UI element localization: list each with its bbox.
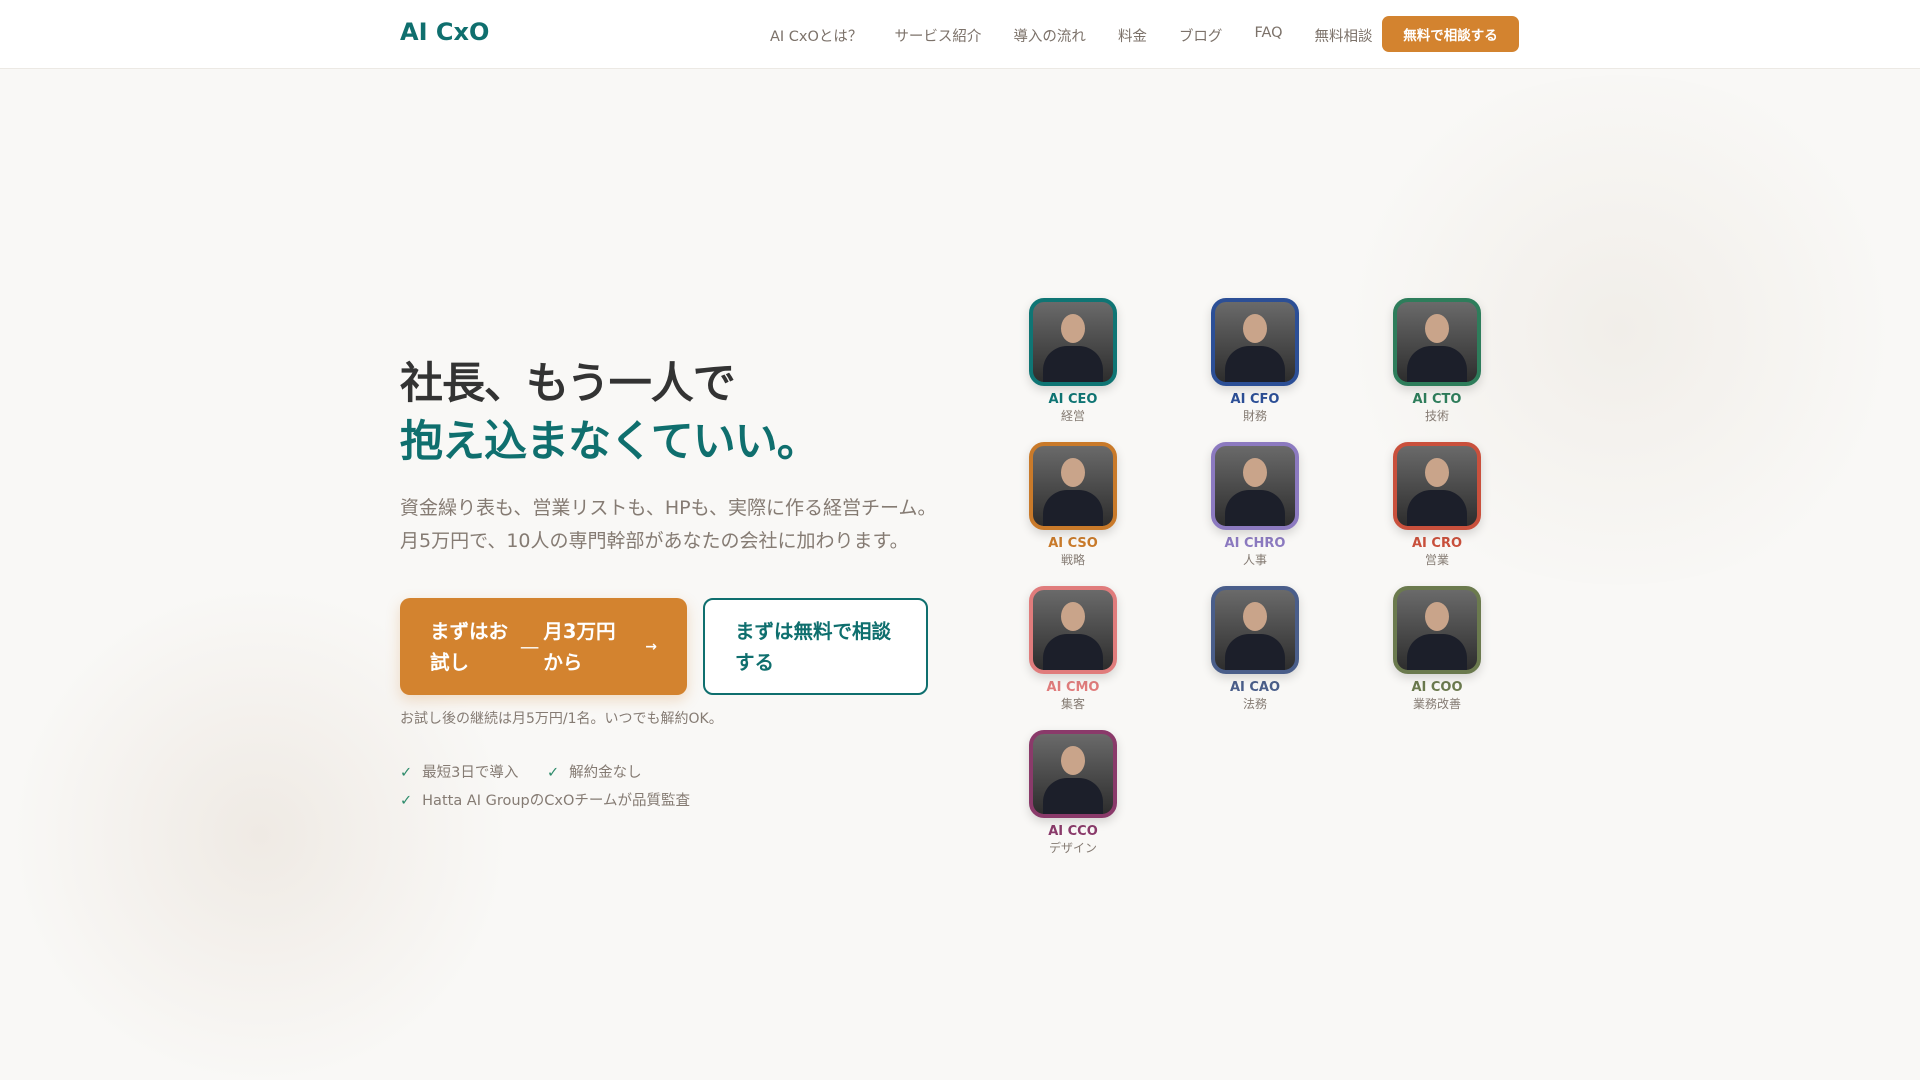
member-role: AI COO [1411, 680, 1463, 695]
header-cta-button[interactable]: 無料で相談する [1382, 16, 1519, 52]
nav-blog[interactable]: ブログ [1179, 25, 1223, 46]
team-member-card[interactable]: AI COO 業務改善 [1393, 586, 1481, 712]
title-line-2: 抱え込まなくていい。 [400, 417, 820, 467]
team-member-card[interactable]: AI CTO 技術 [1393, 298, 1481, 424]
subtitle-line-2: 月5万円で、10人の専門幹部があなたの会社に加わります。 [400, 530, 909, 552]
member-dept: 法務 [1242, 697, 1267, 711]
check-item: Hatta AI GroupのCxOチームが品質監査 [422, 793, 690, 809]
trial-button[interactable]: まずはお試し — 月3万円から → [400, 598, 687, 695]
team-member-card[interactable]: AI CMO 集客 [1029, 586, 1117, 712]
member-dept: 営業 [1424, 553, 1449, 567]
member-dept: 業務改善 [1412, 697, 1461, 711]
member-photo [1211, 586, 1299, 674]
member-role: AI CFO [1230, 392, 1280, 407]
nav-pricing[interactable]: 料金 [1118, 25, 1147, 46]
member-role: AI CCO [1048, 824, 1098, 839]
nav-flow[interactable]: 導入の流れ [1013, 25, 1086, 46]
member-photo [1029, 586, 1117, 674]
main-nav: AI CxOとは？ サービス紹介 導入の流れ 料金 ブログ FAQ 無料相談 [770, 25, 1373, 46]
nav-faq[interactable]: FAQ [1254, 25, 1282, 46]
member-role: AI CAO [1229, 680, 1281, 695]
check-icon: ✓ [400, 765, 413, 781]
pricing-note: お試し後の継続は月5万円/1名。いつでも解約OK。 [400, 711, 723, 727]
feature-checks: ✓ 最短3日で導入 ✓ 解約金なし ✓ Hatta AI GroupのCxOチームが品… [400, 759, 690, 815]
dash: — [519, 635, 540, 658]
member-role: AI CHRO [1224, 536, 1286, 551]
trial-label: まずはお試し [430, 619, 509, 674]
member-role: AI CTO [1412, 392, 1462, 407]
check-icon: ✓ [547, 765, 560, 781]
member-photo [1393, 298, 1481, 386]
check-item: 最短3日で導入 [422, 765, 519, 781]
team-member-card[interactable]: AI CRO 営業 [1393, 442, 1481, 568]
member-dept: 経営 [1060, 409, 1085, 423]
check-item: 解約金なし [569, 765, 642, 781]
site-header: AI CxO AI CxOとは？ サービス紹介 導入の流れ 料金 ブログ FAQ… [0, 0, 1920, 69]
member-dept: デザイン [1048, 841, 1097, 855]
team-member-card[interactable]: AI CHRO 人事 [1211, 442, 1299, 568]
nav-about[interactable]: AI CxOとは？ [770, 25, 862, 46]
logo[interactable]: AI CxO [400, 18, 489, 46]
hero-subtitle: 資金繰り表も、営業リストも、HPも、実際に作る経営チーム。 月5万円で、10人の… [400, 492, 940, 558]
member-photo [1211, 298, 1299, 386]
trial-price: 月3万円から [543, 619, 616, 674]
member-role: AI CRO [1411, 536, 1463, 551]
team-member-card[interactable]: AI CCO デザイン [1029, 730, 1117, 856]
title-line-1: 社長、もう一人で [400, 359, 736, 409]
member-dept: 人事 [1242, 553, 1267, 567]
team-member-card[interactable]: AI CSO 戦略 [1029, 442, 1117, 568]
team-member-card[interactable]: AI CEO 経営 [1029, 298, 1117, 424]
member-photo [1393, 586, 1481, 674]
member-dept: 財務 [1242, 409, 1267, 423]
member-role: AI CEO [1048, 392, 1098, 407]
team-member-card[interactable]: AI CFO 財務 [1211, 298, 1299, 424]
arrow-right-icon: → [645, 638, 657, 655]
subtitle-line-1: 資金繰り表も、営業リストも、HPも、実際に作る経営チーム。 [400, 497, 937, 519]
member-role: AI CSO [1048, 536, 1098, 551]
member-photo [1393, 442, 1481, 530]
nav-services[interactable]: サービス紹介 [894, 25, 981, 46]
member-role: AI CMO [1046, 680, 1100, 695]
nav-consult[interactable]: 無料相談 [1315, 25, 1373, 46]
page-title: 社長、もう一人で 抱え込まなくていい。 [400, 355, 820, 471]
member-dept: 集客 [1060, 697, 1085, 711]
team-grid: AI CEO 経営 AI CFO 財務 AI CTO 技術 AI CSO 戦略 … [1029, 298, 1481, 856]
free-consult-button[interactable]: まずは無料で相談する [703, 598, 928, 695]
member-photo [1211, 442, 1299, 530]
check-icon: ✓ [400, 793, 413, 809]
member-dept: 戦略 [1060, 553, 1085, 567]
member-dept: 技術 [1424, 409, 1449, 423]
member-photo [1029, 442, 1117, 530]
member-photo [1029, 730, 1117, 818]
team-member-card[interactable]: AI CAO 法務 [1211, 586, 1299, 712]
member-photo [1029, 298, 1117, 386]
